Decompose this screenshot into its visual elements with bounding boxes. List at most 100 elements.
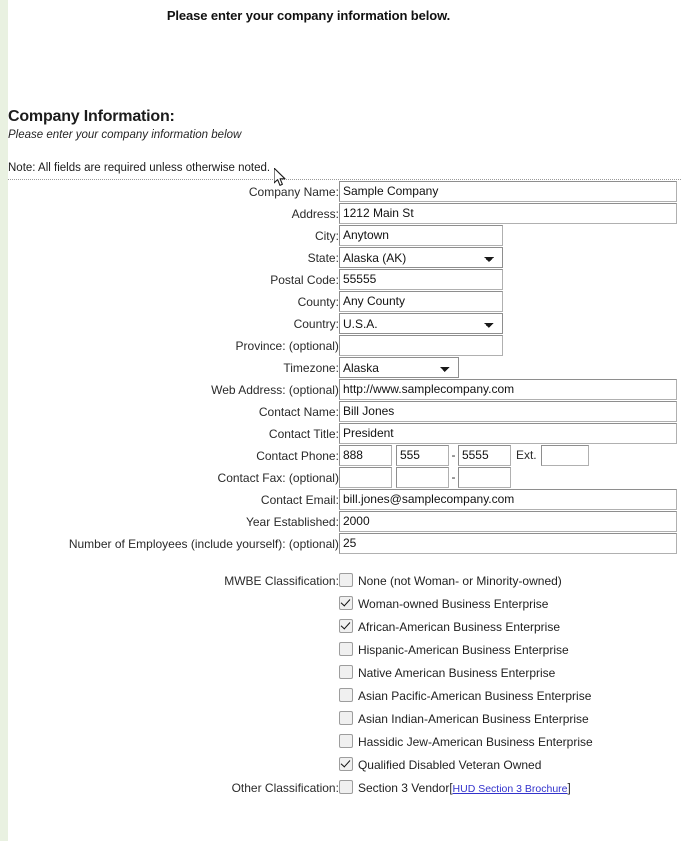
left-edge-strip xyxy=(0,0,8,841)
section-subtitle: Please enter your company information be… xyxy=(8,129,242,141)
mwbe-option-african-american[interactable]: African-American Business Enterprise xyxy=(338,616,681,639)
mwbe-option-label: Asian Indian-American Business Enterpris… xyxy=(357,712,589,726)
mwbe-option-label: African-American Business Enterprise xyxy=(357,620,561,634)
mwbe-option-native-american[interactable]: Native American Business Enterprise xyxy=(338,662,681,685)
mwbe-option-label: Native American Business Enterprise xyxy=(357,666,556,680)
mwbe-option-label: None (not Woman- or Minority-owned) xyxy=(357,574,562,588)
mwbe-option-woman-owned[interactable]: Woman-owned Business Enterprise xyxy=(338,593,681,616)
checkbox-icon[interactable] xyxy=(338,573,353,587)
company-information-section: Company Information: Please enter your c… xyxy=(8,108,689,800)
label-other-classification: Other Classification: xyxy=(231,781,339,795)
other-option-label: Section 3 Vendor xyxy=(357,781,450,795)
contact-fax-prefix-input[interactable] xyxy=(395,467,449,488)
form-row-province: Province: (optional) xyxy=(8,335,681,357)
country-select[interactable]: U.S.A. xyxy=(338,313,503,334)
form-row-year-established: Year Established: xyxy=(8,511,681,533)
label-country: Country: xyxy=(293,317,339,331)
mwbe-option-label: Qualified Disabled Veteran Owned xyxy=(357,758,542,772)
required-fields-note: Note: All fields are required unless oth… xyxy=(8,162,271,174)
checkbox-icon[interactable] xyxy=(338,642,353,656)
label-contact-email: Contact Email: xyxy=(260,493,339,507)
label-contact-fax: Contact Fax: (optional) xyxy=(217,471,339,485)
form-row-contact-title: Contact Title: xyxy=(8,423,681,445)
checkbox-checked-icon[interactable] xyxy=(338,619,353,633)
label-phone-extension: Ext. xyxy=(515,448,537,462)
timezone-select[interactable]: Alaska xyxy=(338,357,459,378)
page-body: Please enter your company information be… xyxy=(8,0,689,841)
contact-name-input[interactable] xyxy=(338,401,677,422)
mwbe-option-asian-pacific-american[interactable]: Asian Pacific-American Business Enterpri… xyxy=(338,685,681,708)
form-row-city: City: xyxy=(8,225,681,247)
checkbox-icon[interactable] xyxy=(338,780,353,794)
hud-section-3-brochure-link[interactable]: HUD Section 3 Brochure xyxy=(453,783,568,795)
page-title: Please enter your company information be… xyxy=(166,8,451,23)
mwbe-option-asian-indian-american[interactable]: Asian Indian-American Business Enterpris… xyxy=(338,708,681,731)
label-timezone: Timezone: xyxy=(283,361,339,375)
other-classification-group: Section 3 Vendor[HUD Section 3 Brochure] xyxy=(338,777,681,800)
mwbe-option-label: Woman-owned Business Enterprise xyxy=(357,597,549,611)
label-company-name: Company Name: xyxy=(248,185,339,199)
mwbe-option-hassidic-jew-american[interactable]: Hassidic Jew-American Business Enterpris… xyxy=(338,731,681,754)
form-row-web-address: Web Address: (optional) xyxy=(8,379,681,401)
checkbox-icon[interactable] xyxy=(338,665,353,679)
contact-phone-prefix-input[interactable] xyxy=(395,445,449,466)
spacer-row xyxy=(8,555,681,570)
form-row-address: Address: xyxy=(8,203,681,225)
company-information-form: Company Name: Address: City: State: Alas… xyxy=(8,181,681,800)
contact-phone-ext-input[interactable] xyxy=(540,445,589,466)
form-row-contact-name: Contact Name: xyxy=(8,401,681,423)
other-option-section-3-vendor[interactable]: Section 3 Vendor[HUD Section 3 Brochure] xyxy=(338,777,681,800)
form-row-timezone: Timezone: Alaska xyxy=(8,357,681,379)
contact-email-input[interactable] xyxy=(338,489,677,510)
mwbe-option-hispanic-american[interactable]: Hispanic-American Business Enterprise xyxy=(338,639,681,662)
section-divider xyxy=(8,179,681,180)
address-input[interactable] xyxy=(338,203,677,224)
label-address: Address: xyxy=(291,207,339,221)
contact-phone-area-input[interactable] xyxy=(338,445,392,466)
label-contact-title: Contact Title: xyxy=(268,427,339,441)
mwbe-option-qualified-disabled-veteran[interactable]: Qualified Disabled Veteran Owned xyxy=(338,754,681,777)
county-input[interactable] xyxy=(338,291,503,312)
fax-separator: - xyxy=(451,470,456,484)
label-number-of-employees: Number of Employees (include yourself): … xyxy=(68,537,339,551)
mwbe-option-label: Hispanic-American Business Enterprise xyxy=(357,643,569,657)
form-row-other-classification: Other Classification: Section 3 Vendor[H… xyxy=(8,777,681,800)
contact-title-input[interactable] xyxy=(338,423,677,444)
phone-separator: - xyxy=(451,448,456,462)
form-row-contact-phone: Contact Phone: - Ext. xyxy=(8,445,681,467)
label-contact-phone: Contact Phone: xyxy=(256,449,339,463)
mwbe-option-label: Asian Pacific-American Business Enterpri… xyxy=(357,689,592,703)
checkbox-icon[interactable] xyxy=(338,734,353,748)
year-established-input[interactable] xyxy=(338,511,677,532)
city-input[interactable] xyxy=(338,225,503,246)
contact-fax-line-input[interactable] xyxy=(457,467,511,488)
form-row-postal-code: Postal Code: xyxy=(8,269,681,291)
checkbox-checked-icon[interactable] xyxy=(338,757,353,771)
web-address-input[interactable] xyxy=(338,379,677,400)
label-province: Province: (optional) xyxy=(235,339,339,353)
postal-code-input[interactable] xyxy=(338,269,503,290)
checkbox-icon[interactable] xyxy=(338,688,353,702)
checkbox-checked-icon[interactable] xyxy=(338,596,353,610)
state-select[interactable]: Alaska (AK) xyxy=(338,247,503,268)
contact-phone-line-input[interactable] xyxy=(457,445,511,466)
bracket-close: ] xyxy=(567,783,571,795)
form-row-country: Country: U.S.A. xyxy=(8,313,681,335)
mwbe-option-none[interactable]: None (not Woman- or Minority-owned) xyxy=(338,570,681,593)
label-mwbe-classification: MWBE Classification: xyxy=(224,574,339,588)
label-postal-code: Postal Code: xyxy=(270,273,339,287)
form-row-contact-email: Contact Email: xyxy=(8,489,681,511)
company-name-input[interactable] xyxy=(338,181,677,202)
checkbox-icon[interactable] xyxy=(338,711,353,725)
label-year-established: Year Established: xyxy=(245,515,339,529)
label-city: City: xyxy=(314,229,339,243)
province-input[interactable] xyxy=(338,335,503,356)
mwbe-checkbox-group: None (not Woman- or Minority-owned) Woma… xyxy=(338,570,681,777)
form-row-contact-fax: Contact Fax: (optional) - xyxy=(8,467,681,489)
contact-fax-area-input[interactable] xyxy=(338,467,392,488)
form-row-county: County: xyxy=(8,291,681,313)
number-of-employees-input[interactable] xyxy=(338,533,677,554)
mwbe-option-label: Hassidic Jew-American Business Enterpris… xyxy=(357,735,593,749)
form-row-mwbe-classification: MWBE Classification: None (not Woman- or… xyxy=(8,570,681,777)
label-web-address: Web Address: (optional) xyxy=(211,383,339,397)
